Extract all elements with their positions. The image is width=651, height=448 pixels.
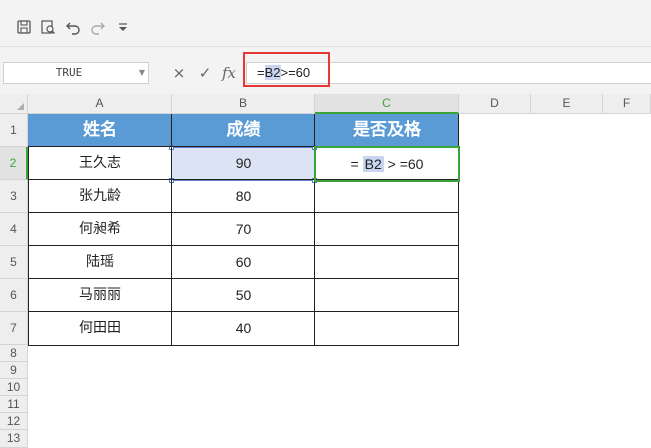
row-header-10[interactable]: 10: [0, 379, 28, 396]
row-header-11[interactable]: 11: [0, 396, 28, 413]
row-header-6[interactable]: 6: [0, 279, 28, 312]
row-header-8[interactable]: 8: [0, 345, 28, 362]
cell-formula-suffix: > =60: [383, 156, 424, 172]
column-header-e[interactable]: E: [531, 94, 603, 114]
row-header-2[interactable]: 2: [0, 147, 28, 180]
name-box-value: TRUE: [55, 66, 83, 79]
column-header-a[interactable]: A: [28, 94, 172, 114]
undo-icon[interactable]: [65, 19, 83, 37]
cell-name[interactable]: 马丽丽: [28, 279, 172, 312]
print-preview-icon[interactable]: [40, 19, 58, 37]
cell-formula-reference: B2: [362, 156, 384, 172]
cell-score[interactable]: 40: [172, 312, 315, 345]
header-cell-name[interactable]: 姓名: [28, 114, 172, 147]
column-header-d[interactable]: D: [459, 94, 531, 114]
table-border: [28, 278, 459, 279]
table-border: [28, 245, 459, 246]
row-header-1[interactable]: 1: [0, 114, 28, 147]
cell-name[interactable]: 张九龄: [28, 180, 172, 213]
row-header-7[interactable]: 7: [0, 312, 28, 345]
table-border: [28, 147, 29, 346]
row-header-4[interactable]: 4: [0, 213, 28, 246]
formula-highlight-box: [243, 52, 330, 87]
redo-icon[interactable]: [90, 19, 108, 37]
quick-access-toolbar: [0, 0, 651, 47]
row-header-12[interactable]: 12: [0, 413, 28, 430]
select-all-corner[interactable]: [0, 94, 28, 114]
customize-dropdown-icon[interactable]: [115, 19, 133, 37]
header-cell-score[interactable]: 成绩: [172, 114, 315, 147]
cell-score[interactable]: 50: [172, 279, 315, 312]
cancel-icon[interactable]: ×: [170, 63, 188, 83]
cell-name[interactable]: 何昶希: [28, 213, 172, 246]
active-cell-c2[interactable]: = B2 > =60: [316, 148, 458, 180]
table-border: [28, 311, 459, 312]
chevron-down-icon[interactable]: ▼: [139, 63, 145, 83]
row-header-5[interactable]: 5: [0, 246, 28, 279]
cell-name[interactable]: 王久志: [28, 147, 172, 180]
cell-score[interactable]: 70: [172, 213, 315, 246]
name-box[interactable]: TRUE ▼: [3, 62, 149, 84]
cell-score[interactable]: 60: [172, 246, 315, 279]
cell-formula-prefix: =: [350, 156, 363, 172]
header-cell-pass[interactable]: 是否及格: [315, 114, 459, 147]
insert-function-icon[interactable]: fx: [220, 63, 238, 83]
row-header-13[interactable]: 13: [0, 430, 28, 448]
corner-triangle-icon: [17, 103, 24, 110]
row-header-9[interactable]: 9: [0, 362, 28, 379]
confirm-icon[interactable]: ✓: [196, 63, 214, 83]
column-header-b[interactable]: B: [172, 94, 315, 114]
cell-name[interactable]: 何田田: [28, 312, 172, 345]
row-header-3[interactable]: 3: [0, 180, 28, 213]
table-border: [28, 212, 459, 213]
cell-name[interactable]: 陆瑶: [28, 246, 172, 279]
cell-score[interactable]: 90: [172, 147, 315, 180]
cell-score[interactable]: 80: [172, 180, 315, 213]
column-header-c[interactable]: C: [315, 94, 459, 114]
save-icon[interactable]: [16, 19, 34, 37]
column-header-f[interactable]: F: [603, 94, 651, 114]
table-border: [28, 345, 459, 346]
